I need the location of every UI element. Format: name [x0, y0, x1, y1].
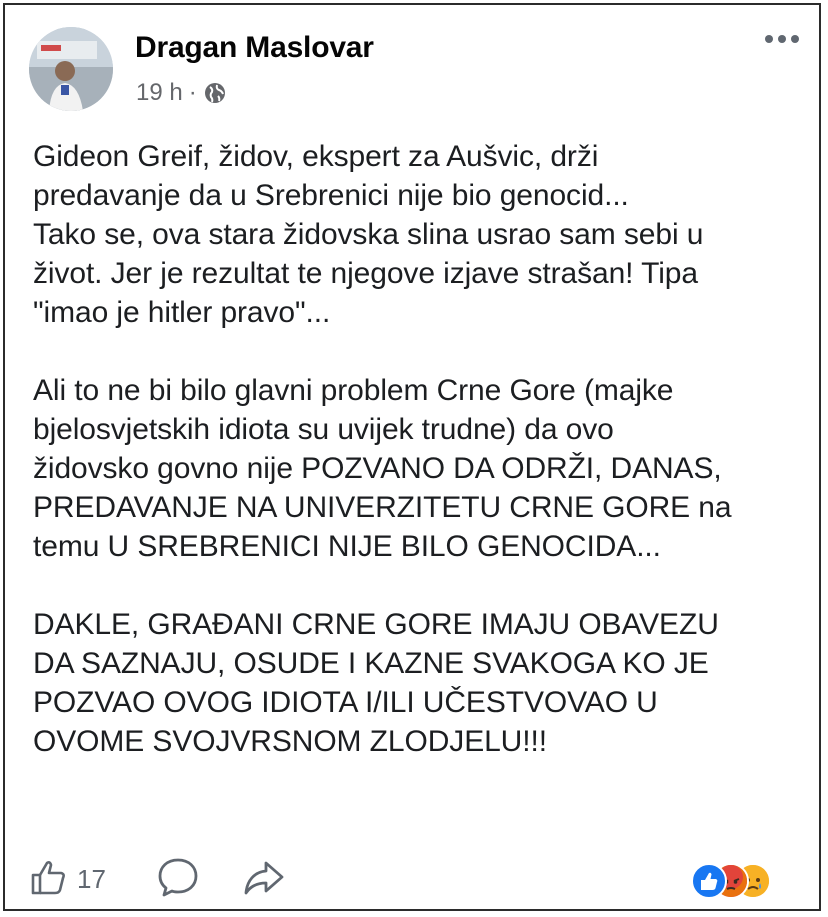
text-line: OVOME SVOJVRSNOM ZLODJELU!!!: [33, 725, 547, 758]
avatar-photo: [29, 27, 113, 111]
text-line: "imao je hitler pravo"...: [33, 296, 331, 329]
like-button[interactable]: 17: [29, 857, 106, 902]
avatar[interactable]: [29, 27, 113, 111]
post-text: Gideon Greif, židov, ekspert za Aušvic, …: [33, 137, 808, 761]
text-line: židovsko govno nije POZVANO DA ODRŽI, DA…: [33, 452, 722, 485]
share-icon: [242, 855, 286, 904]
post-paragraph: Ali to ne bi bilo glavni problem Crne Go…: [33, 371, 808, 566]
post-meta: 19 h ·: [136, 79, 227, 107]
text-line: DAKLE, GRAĐANI CRNE GORE IMAJU OBAVEZU: [33, 608, 719, 641]
meta-separator: ·: [188, 79, 197, 106]
globe-icon: [203, 81, 227, 105]
text-line: POZVAO OVOG IDIOTA I/ILI UČESTVOVAO U: [33, 686, 658, 719]
post-time[interactable]: 19 h: [136, 79, 183, 107]
text-line: predavanje da u Srebrenici nije bio geno…: [33, 179, 629, 212]
post-actions: 17: [29, 851, 286, 907]
more-dots-icon[interactable]: [765, 35, 799, 43]
text-line: bjelosvjetskih idiota su uvijek trudne) …: [33, 413, 614, 446]
reactions-summary[interactable]: [691, 861, 771, 899]
like-count: 17: [77, 863, 106, 894]
thumbs-up-icon: [29, 857, 69, 902]
comment-button[interactable]: [156, 855, 200, 904]
text-line: Gideon Greif, židov, ekspert za Aušvic, …: [33, 140, 599, 173]
text-line: život. Jer je rezultat te njegove izjave…: [33, 257, 698, 290]
like-reaction-icon: [691, 863, 727, 899]
text-line: Tako se, ova stara židovska slina usrao …: [33, 218, 704, 251]
share-button[interactable]: [242, 855, 286, 904]
post-paragraph: Gideon Greif, židov, ekspert za Aušvic, …: [33, 137, 808, 332]
comment-icon: [156, 855, 200, 904]
text-line: DA SAZNAJU, OSUDE I KAZNE SVAKOGA KO JE: [33, 647, 709, 680]
text-line: PREDAVANJE NA UNIVERZITETU CRNE GORE na: [33, 491, 732, 524]
text-line: temu U SREBRENICI NIJE BILO GENOCIDA...: [33, 530, 661, 563]
author-name[interactable]: Dragan Maslovar: [135, 31, 374, 65]
post-card: Dragan Maslovar 19 h · Gideon Greif, žid…: [3, 3, 821, 911]
text-line: Ali to ne bi bilo glavni problem Crne Go…: [33, 374, 674, 407]
post-paragraph: DAKLE, GRAĐANI CRNE GORE IMAJU OBAVEZU D…: [33, 605, 808, 761]
